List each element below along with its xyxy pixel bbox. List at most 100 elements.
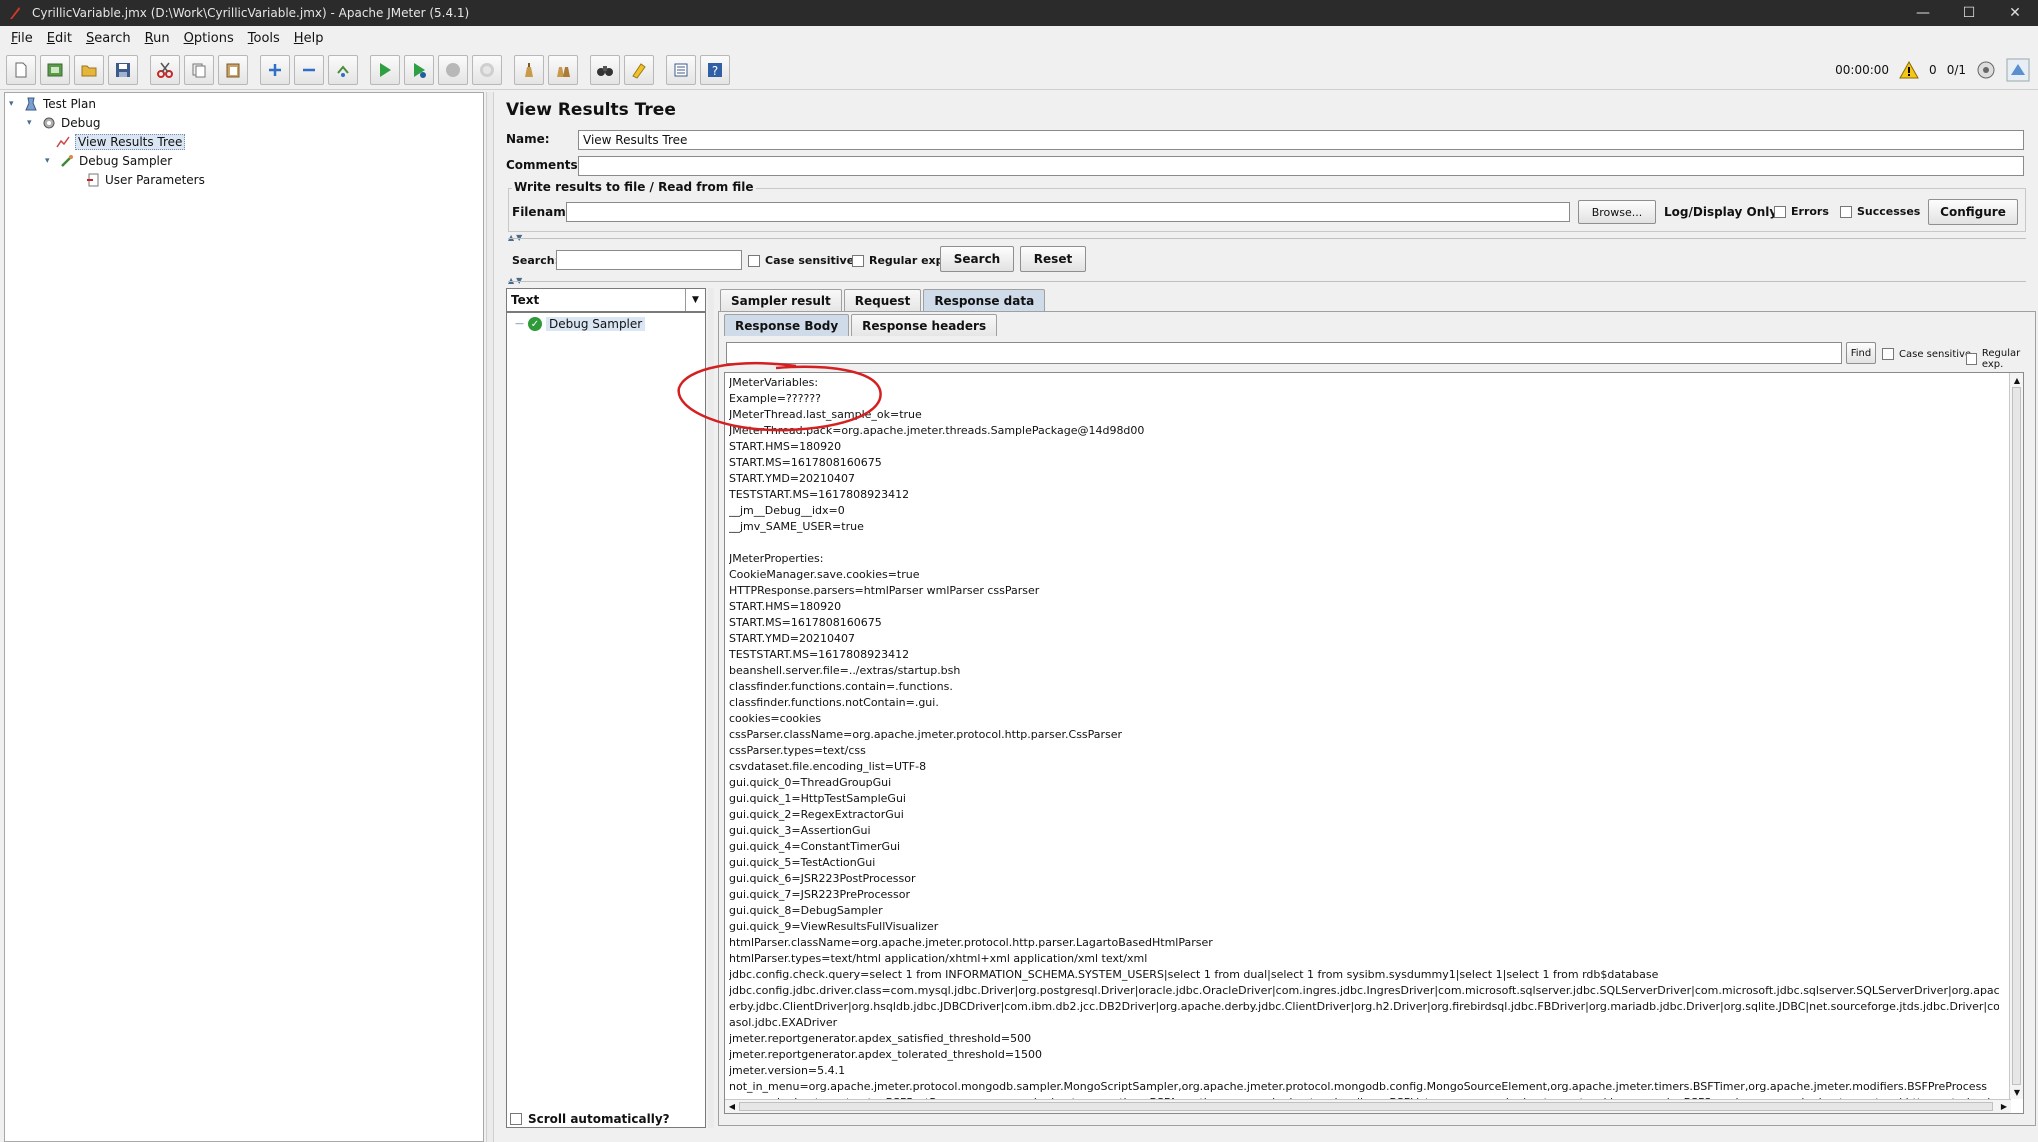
file-group-title: Write results to file / Read from file: [512, 180, 756, 194]
scroll-thumb[interactable]: [739, 1102, 1993, 1111]
menu-file[interactable]: File: [4, 31, 40, 46]
sampler-pipette-icon: [59, 153, 75, 169]
collapse-toggle-icon[interactable]: ▾: [9, 99, 19, 109]
start-icon[interactable]: [370, 54, 400, 85]
search-input[interactable]: [556, 250, 742, 270]
svg-text:?: ?: [712, 64, 718, 78]
response-body-text: JMeterVariables: Example=?????? JMeterTh…: [729, 376, 1999, 1109]
warning-count: 0: [1929, 62, 1937, 77]
scroll-thumb[interactable]: [2012, 387, 2021, 1085]
collapse-toggle-icon[interactable]: ▾: [45, 156, 55, 166]
templates-icon[interactable]: [40, 54, 70, 85]
find-case-sensitive-checkbox[interactable]: Case sensitive: [1882, 348, 1971, 360]
vertical-scrollbar[interactable]: ▲ ▼: [2009, 373, 2023, 1099]
test-plan-icon: [23, 96, 39, 112]
menu-tools[interactable]: Tools: [241, 31, 287, 46]
name-label: Name:: [506, 132, 550, 146]
remote-status-icon: [1977, 61, 1995, 78]
maximize-button[interactable]: ☐: [1946, 0, 1992, 26]
minimize-button[interactable]: —: [1900, 0, 1946, 26]
paste-icon[interactable]: [218, 54, 248, 85]
reset-search-icon[interactable]: [624, 54, 654, 85]
search-button[interactable]: Search: [940, 246, 1014, 272]
log-display-label: Log/Display Only:: [1664, 205, 1782, 219]
find-input[interactable]: [726, 342, 1842, 364]
stop-icon[interactable]: [438, 54, 468, 85]
results-splitter[interactable]: [708, 288, 714, 1128]
horizontal-scrollbar[interactable]: ◀ ▶: [725, 1099, 2011, 1113]
comments-field[interactable]: [578, 156, 2024, 176]
success-shield-icon: ✓: [528, 317, 542, 331]
active-threads: 0/1: [1946, 62, 1966, 77]
renderer-select[interactable]: Text ▼: [506, 288, 706, 312]
close-button[interactable]: ✕: [1992, 0, 2038, 26]
collapse-toggle-icon[interactable]: ▾: [27, 118, 37, 128]
warning-icon[interactable]: [1899, 60, 1919, 79]
case-sensitive-checkbox[interactable]: Case sensitive: [748, 254, 854, 267]
panel-title: View Results Tree: [506, 100, 676, 120]
errors-checkbox[interactable]: Errors: [1774, 205, 1829, 218]
tree-node-test-plan[interactable]: ▾ Test Plan: [9, 95, 96, 113]
tree-node-user-parameters[interactable]: User Parameters: [85, 171, 205, 189]
preprocessor-icon: [85, 172, 101, 188]
open-icon[interactable]: [74, 54, 104, 85]
clear-all-icon[interactable]: [548, 54, 578, 85]
find-button[interactable]: Find: [1846, 342, 1876, 364]
filename-label: Filename: [512, 205, 574, 219]
filename-field[interactable]: [566, 202, 1570, 222]
scroll-right-icon[interactable]: ▶: [1998, 1100, 2010, 1113]
search-label: Search:: [512, 254, 559, 267]
list-item[interactable]: — ✓ Debug Sampler: [515, 317, 646, 331]
function-helper-icon[interactable]: [666, 54, 696, 85]
scroll-up-icon[interactable]: ▲: [2011, 374, 2023, 386]
shutdown-icon[interactable]: [472, 54, 502, 85]
window-title: CyrillicVariable.jmx (D:\Work\CyrillicVa…: [32, 6, 470, 20]
menu-edit[interactable]: Edit: [40, 31, 79, 46]
elapsed-timer: 00:00:00: [1835, 62, 1890, 77]
response-body-textarea[interactable]: JMeterVariables: Example=?????? JMeterTh…: [724, 372, 2024, 1114]
response-sub-tabs: Response Body Response headers: [724, 314, 999, 336]
new-icon[interactable]: [6, 54, 36, 85]
menu-help[interactable]: Help: [287, 31, 331, 46]
find-regex-checkbox[interactable]: Regular exp.: [1966, 348, 2038, 370]
toggle-icon[interactable]: [328, 54, 358, 85]
log-viewer-icon[interactable]: [2006, 58, 2030, 82]
tree-node-view-results-tree[interactable]: View Results Tree: [55, 133, 186, 151]
scroll-automatically-checkbox[interactable]: Scroll automatically?: [510, 1112, 670, 1126]
configure-button[interactable]: Configure: [1928, 199, 2018, 225]
menu-run[interactable]: Run: [138, 31, 177, 46]
reset-button[interactable]: Reset: [1020, 246, 1086, 272]
tab-response-body[interactable]: Response Body: [724, 314, 850, 336]
title-bar: CyrillicVariable.jmx (D:\Work\CyrillicVa…: [0, 0, 2038, 26]
toolbar: ? 00:00:00 0 0/1: [0, 50, 2038, 90]
view-results-tree-panel: View Results Tree Name: View Results Tre…: [496, 92, 2038, 1142]
save-icon[interactable]: [108, 54, 138, 85]
main-splitter[interactable]: [486, 92, 494, 1142]
comments-label: Comments:: [506, 158, 583, 172]
name-field[interactable]: View Results Tree: [578, 130, 2024, 150]
scroll-left-icon[interactable]: ◀: [726, 1100, 738, 1113]
expand-all-icon[interactable]: [260, 54, 290, 85]
tab-request[interactable]: Request: [843, 289, 922, 311]
test-plan-tree[interactable]: ▾ Test Plan ▾ Debug View Results Tree ▾ …: [4, 92, 484, 1142]
start-no-pauses-icon[interactable]: [404, 54, 434, 85]
tree-node-debug[interactable]: ▾ Debug: [27, 114, 100, 132]
scroll-down-icon[interactable]: ▼: [2011, 1086, 2023, 1098]
successes-checkbox[interactable]: Successes: [1840, 205, 1920, 218]
tree-node-debug-sampler[interactable]: ▾ Debug Sampler: [45, 152, 172, 170]
tab-response-data[interactable]: Response data: [923, 289, 1046, 311]
tab-response-headers[interactable]: Response headers: [851, 314, 998, 336]
help-icon[interactable]: ?: [700, 54, 730, 85]
regex-checkbox[interactable]: Regular exp.: [852, 254, 948, 267]
browse-button[interactable]: Browse...: [1578, 200, 1656, 224]
search-binoculars-icon[interactable]: [590, 54, 620, 85]
results-list[interactable]: — ✓ Debug Sampler: [506, 312, 706, 1128]
chevron-down-icon[interactable]: ▼: [685, 289, 705, 311]
menu-search[interactable]: Search: [79, 31, 138, 46]
cut-icon[interactable]: [150, 54, 180, 85]
menu-options[interactable]: Options: [177, 31, 241, 46]
clear-icon[interactable]: [514, 54, 544, 85]
copy-icon[interactable]: [184, 54, 214, 85]
collapse-all-icon[interactable]: [294, 54, 324, 85]
tab-sampler-result[interactable]: Sampler result: [720, 289, 842, 311]
